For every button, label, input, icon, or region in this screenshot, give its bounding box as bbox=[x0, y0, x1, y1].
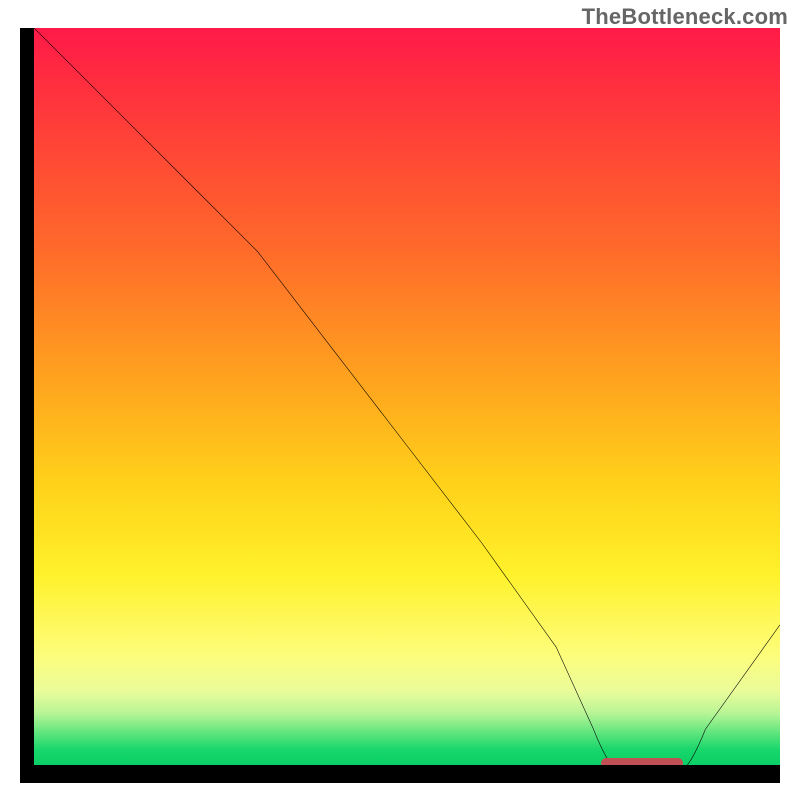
bottleneck-curve bbox=[34, 28, 780, 765]
optimal-range-marker bbox=[601, 758, 683, 765]
curve-path bbox=[34, 28, 780, 765]
watermark-text: TheBottleneck.com bbox=[582, 4, 788, 30]
plot-area bbox=[34, 28, 780, 765]
plot-frame bbox=[20, 28, 780, 783]
chart-container: TheBottleneck.com bbox=[0, 0, 800, 800]
